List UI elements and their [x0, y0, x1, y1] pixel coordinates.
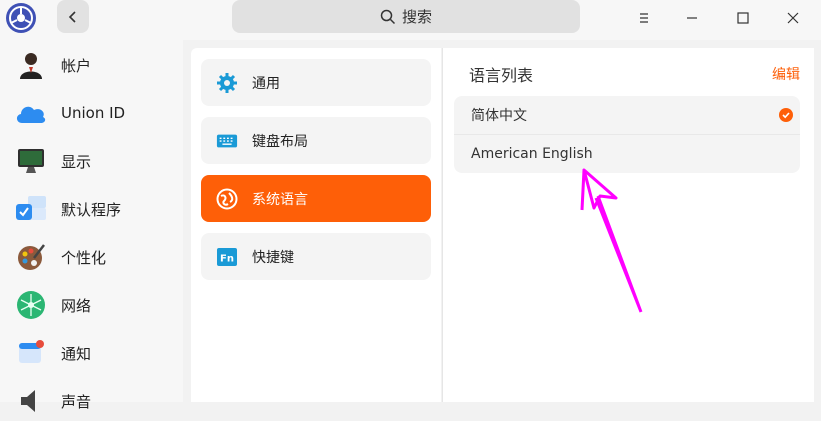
category-system-language[interactable]: 系统语言	[201, 175, 431, 222]
sidebar-item-display[interactable]: 显示	[0, 141, 183, 181]
back-button[interactable]	[57, 0, 89, 33]
minimize-button[interactable]	[677, 4, 707, 32]
language-item-en-us[interactable]: American English	[454, 134, 800, 173]
sidebar-item-network[interactable]: 网络	[0, 285, 183, 325]
language-icon	[216, 188, 238, 210]
sidebar-item-notification[interactable]: 通知	[0, 333, 183, 373]
chevron-left-icon	[68, 10, 76, 23]
sidebar: 帐户 Union ID 显示 默认程序 个性化 网络 通知 声音	[0, 40, 183, 412]
gear-icon	[216, 72, 238, 94]
settings-category-panel: 通用 键盘布局 系统语言 Fn 快捷键	[191, 48, 441, 402]
notification-icon	[14, 336, 48, 370]
maximize-icon	[737, 12, 749, 24]
personalization-icon	[14, 240, 48, 274]
sound-icon	[14, 384, 48, 418]
fn-key-icon: Fn	[216, 246, 238, 268]
sidebar-item-label: 显示	[61, 152, 92, 171]
category-label: 键盘布局	[252, 133, 308, 150]
menu-button[interactable]	[629, 4, 659, 32]
category-label: 快捷键	[252, 249, 294, 266]
display-icon	[14, 144, 48, 178]
sidebar-item-default-apps[interactable]: 默认程序	[0, 189, 183, 229]
sidebar-item-account[interactable]: 帐户	[0, 45, 183, 85]
category-general[interactable]: 通用	[201, 59, 431, 106]
sidebar-item-label: 网络	[61, 296, 92, 315]
checkmark-icon	[779, 108, 793, 122]
category-shortcuts[interactable]: Fn 快捷键	[201, 233, 431, 280]
app-logo-icon	[5, 2, 37, 34]
sidebar-item-personalization[interactable]: 个性化	[0, 237, 183, 277]
edit-button[interactable]: 编辑	[772, 64, 800, 84]
language-label: 简体中文	[471, 108, 527, 124]
default-apps-icon	[14, 192, 48, 226]
minimize-icon	[687, 17, 697, 19]
close-button[interactable]	[778, 4, 808, 32]
category-label: 系统语言	[252, 191, 308, 208]
account-icon	[14, 48, 48, 82]
panel-title: 语言列表	[469, 66, 534, 85]
title-bar: 搜索	[0, 0, 821, 40]
category-label: 通用	[252, 75, 280, 92]
keyboard-icon	[216, 130, 238, 152]
sidebar-item-union-id[interactable]: Union ID	[0, 93, 183, 133]
language-list-panel: 语言列表 编辑 简体中文 American English	[442, 48, 814, 402]
sidebar-item-label: 个性化	[61, 248, 107, 267]
search-icon	[380, 9, 396, 24]
search-input[interactable]: 搜索	[232, 0, 580, 33]
language-list: 简体中文 American English	[454, 96, 800, 173]
sidebar-item-sound[interactable]: 声音	[0, 381, 183, 421]
close-icon	[787, 12, 799, 24]
sidebar-item-label: 声音	[61, 392, 92, 411]
sidebar-item-label: 默认程序	[61, 200, 122, 219]
sidebar-item-label: 通知	[61, 344, 92, 363]
sidebar-item-label: 帐户	[61, 56, 92, 75]
maximize-button[interactable]	[728, 4, 758, 32]
cloud-icon	[14, 96, 48, 130]
language-label: American English	[471, 146, 593, 162]
sidebar-item-label: Union ID	[61, 104, 126, 122]
network-icon	[14, 288, 48, 322]
menu-icon	[640, 13, 648, 23]
search-placeholder: 搜索	[401, 8, 432, 26]
category-keyboard-layout[interactable]: 键盘布局	[201, 117, 431, 164]
language-item-zh-cn[interactable]: 简体中文	[454, 96, 800, 134]
svg-text:Fn: Fn	[220, 253, 234, 264]
